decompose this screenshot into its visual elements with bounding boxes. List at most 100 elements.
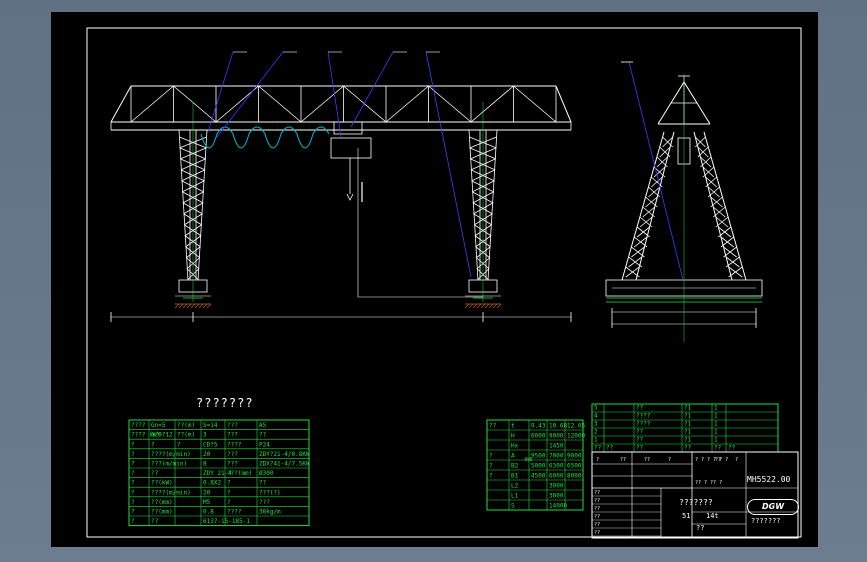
table-cell-text: 9.43 (531, 423, 546, 430)
table-cell-text: ???? (131, 422, 146, 429)
table-cell-text: P24 (259, 441, 270, 448)
table-cell-text: 12.05 (567, 423, 585, 430)
ground-hatch (480, 303, 486, 309)
table-cell-text: CD?5 (203, 441, 218, 448)
table-cell-text: ?? (259, 480, 267, 487)
table-cell-text: Ø300 (259, 470, 274, 477)
table-cell-text: ????(m/min) (151, 451, 191, 458)
table-cell-text: 20 (203, 451, 211, 458)
ground-hatch (464, 303, 470, 309)
table-cell-text: ?1 (684, 405, 692, 412)
table-cell-text: ? (131, 499, 135, 506)
drawing-sheet: ???? Gn=5 ??(m) S=14??? A5???? (m) 6?9?12 ??(m… (51, 12, 818, 547)
stage-label: ? ? ? ? ? ? (695, 457, 728, 463)
ground-hatch (186, 303, 192, 309)
table-cell-text: A (511, 453, 515, 460)
table-cell-text: ?? (151, 470, 159, 477)
ground-hatch (202, 303, 208, 309)
table-cell-text: t (511, 423, 515, 430)
revision-label: ? (596, 457, 599, 463)
girder-end-left (110, 85, 132, 123)
table-cell-text: 5 (594, 405, 598, 412)
table-cell-text: 14000 (549, 503, 567, 510)
table-cell-text: 0.8X2 (203, 480, 221, 487)
ground-hatch (182, 303, 188, 309)
table-cell-text: ?? (606, 445, 614, 452)
table-cell-text: 6?9?12 (151, 432, 173, 439)
table-cell-text: 1 (714, 413, 718, 420)
table-cell-text: 4500 (531, 473, 546, 480)
table-cell-text: ? (131, 509, 135, 516)
table-cell-text: ? (131, 441, 135, 448)
table-cell-text: 9000 (549, 433, 564, 440)
table-cell-text: ?1 (684, 429, 692, 436)
company-name: ??????? (751, 517, 781, 525)
table-cell-text: ?? (636, 437, 644, 444)
table-cell-text: Hx (511, 443, 519, 450)
table-cell-text: 6300 (549, 463, 564, 470)
ground-hatch (468, 303, 474, 309)
hoist-trolley (333, 121, 363, 135)
table-cell-text: 12000 (567, 433, 585, 440)
table-cell-text: 7000 (549, 453, 564, 460)
table-cell-text: 8 (203, 461, 207, 468)
table-cell-text: A5 (259, 422, 267, 429)
table-cell-text: ? (131, 451, 135, 458)
table-cell-text: 6500 (567, 463, 582, 470)
table-cell-text: ?? (594, 445, 602, 452)
signature-label: ?? (594, 530, 600, 536)
table-cell-text: L1 (511, 493, 519, 500)
table-cell-text: ??? (227, 432, 238, 439)
table-cell-text: 1 (714, 421, 718, 428)
stage-label: ?? (715, 457, 721, 463)
table-cell-text: ??(m) (177, 432, 195, 439)
part-leader-line (216, 51, 284, 138)
revision-label: ?? (620, 457, 626, 463)
hoist-motor (330, 137, 372, 159)
signature-label: ?? (594, 490, 600, 496)
table-cell-text: 3 (203, 432, 207, 439)
table-cell-text: ?? (636, 445, 644, 452)
table-cell-text: L2 (511, 483, 519, 490)
ground-hatch (190, 303, 196, 309)
table-cell-text: ? (131, 470, 135, 477)
table-cell-text: ??? (227, 422, 238, 429)
ground-hatch (178, 303, 184, 309)
table-cell-text: ?1 (684, 421, 692, 428)
table-cell-text: ? (489, 463, 493, 470)
table-cell-text: 2 (594, 429, 598, 436)
table-cell-text: Gn=5 (151, 422, 166, 429)
table-cell-text: ???(mm) (227, 470, 252, 477)
table-cell-text: ???? (227, 509, 242, 516)
table-cell-text: ??(m) (177, 422, 195, 429)
ground-hatch (206, 303, 212, 309)
table-cell-text: ?? (636, 429, 644, 436)
table-cell-text: ? (131, 461, 135, 468)
table-cell-text: ???(?) (259, 489, 281, 496)
table-cell-text: 0.8 (203, 509, 214, 516)
table-cell-text: 1 (714, 429, 718, 436)
part-leader-line (327, 51, 342, 138)
table-cell-text: 1 (714, 437, 718, 444)
table-cell-text: B2 (511, 463, 519, 470)
table-cell-text: 6000 (549, 473, 564, 480)
product-name: ??????? (679, 498, 713, 507)
table-cell-text: ??? (227, 461, 238, 468)
ground-hatch (174, 303, 180, 309)
revision-label: ?? (644, 457, 650, 463)
table-cell-text: ??(mm) (151, 509, 173, 516)
table-cell-text: ?? (636, 405, 644, 412)
cad-drawing-canvas: ???? Gn=5 ??(m) S=14??? A5???? (m)6?9?12 ??(m… (86, 27, 802, 539)
ground-hatch (488, 303, 494, 309)
table-cell-text: 1 (594, 437, 598, 444)
side-leg-left-outer (621, 131, 665, 281)
table-cell-text: ? (151, 441, 155, 448)
table-cell-text: ? (131, 480, 135, 487)
table-cell-text: ?? (728, 445, 736, 452)
dimension-unit: mm (525, 456, 533, 463)
table-cell-text: ?? (259, 432, 267, 439)
drawing-code: MH5522.00 (747, 475, 791, 484)
sheet-info: ?? ? ?? ? (695, 480, 722, 486)
part-leader-line (350, 51, 394, 128)
table-cell-text: ??(kW) (151, 480, 173, 487)
